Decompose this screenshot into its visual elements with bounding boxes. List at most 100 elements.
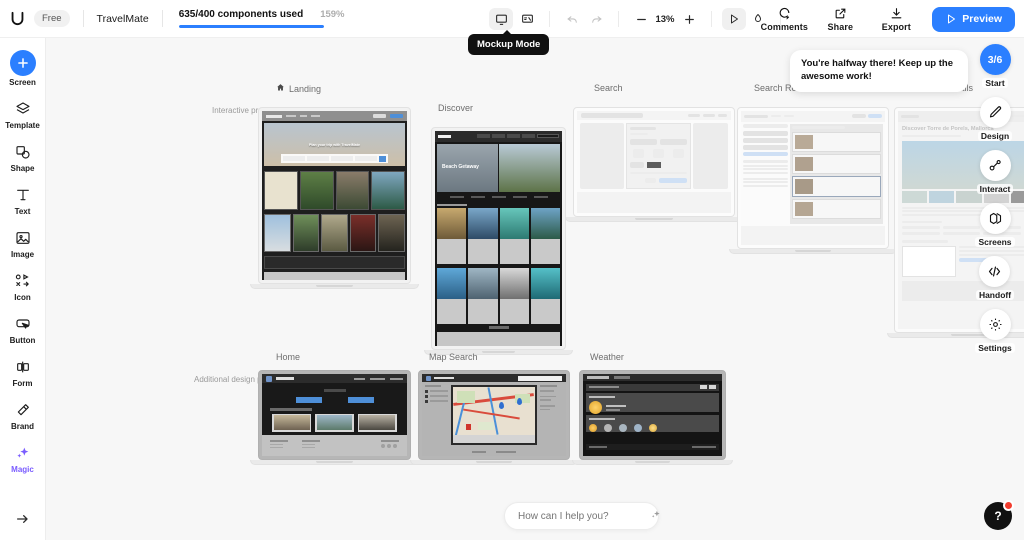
sparkle-icon	[15, 442, 31, 463]
screen-weather[interactable]	[571, 370, 734, 465]
divider	[549, 11, 550, 27]
usage-percent: 159%	[320, 9, 345, 21]
sidebar-label: Brand	[10, 422, 35, 431]
sidebar-label: Icon	[14, 293, 31, 302]
screen-landing[interactable]: Plan your trip with TravelMate	[250, 107, 419, 289]
sidebar-collapse-button[interactable]	[0, 511, 46, 532]
discover-mockup: Beach Getaway	[435, 131, 562, 346]
view-mode-group	[489, 8, 539, 30]
pencil-icon	[979, 97, 1011, 128]
plus-icon	[9, 50, 36, 76]
image-icon	[15, 227, 31, 248]
screen-discover[interactable]: Beach Getaway	[424, 127, 573, 355]
form-icon	[15, 356, 31, 377]
screens-cube-icon	[979, 203, 1011, 234]
sidebar-label: Image	[10, 250, 35, 259]
panel-item-screens[interactable]: Screens	[975, 203, 1015, 247]
app-logo-icon[interactable]	[0, 10, 34, 27]
sidebar-item-shape[interactable]: Shape	[0, 141, 46, 173]
zoom-level[interactable]: 13%	[653, 14, 677, 25]
panel-label: Handoff	[975, 290, 1015, 300]
code-icon	[979, 256, 1011, 287]
screen-search[interactable]	[564, 107, 744, 222]
screen-title-text: Weather	[590, 352, 624, 362]
gear-icon	[979, 309, 1011, 340]
zoom-out-button[interactable]	[629, 8, 653, 30]
panel-item-design[interactable]: Design	[977, 97, 1013, 141]
design-canvas[interactable]: Interactive prototype Additional design …	[46, 38, 1024, 540]
sparkle-icon[interactable]	[650, 507, 661, 525]
undo-icon[interactable]	[560, 8, 584, 30]
zoom-in-button[interactable]	[677, 8, 701, 30]
usage-label: 635/400 components used	[178, 9, 304, 21]
screen-title-text: Discover	[438, 103, 474, 113]
sidebar-item-text[interactable]: Text	[0, 184, 46, 216]
arrow-right-icon	[15, 511, 31, 532]
sidebar-item-screen[interactable]: Screen	[0, 50, 46, 87]
preview-button[interactable]: Preview	[932, 6, 1015, 32]
button-cursor-icon	[15, 313, 31, 334]
notification-dot	[1003, 500, 1014, 511]
usage-progress-fill	[178, 25, 324, 28]
comments-label: Comments	[760, 21, 808, 32]
screen-title-text: Map Search	[429, 352, 478, 362]
panel-item-settings[interactable]: Settings	[975, 309, 1015, 353]
divider	[161, 10, 163, 27]
left-sidebar: Screen Template Shape Text Image Icon Bu…	[0, 38, 46, 540]
help-label: ?	[994, 509, 1002, 523]
comments-button[interactable]: Comments	[756, 7, 812, 32]
brand-icon	[15, 399, 31, 420]
sidebar-item-icon[interactable]: Icon	[0, 270, 46, 302]
sidebar-item-template[interactable]: Template	[0, 98, 46, 130]
project-name[interactable]: TravelMate	[97, 13, 149, 25]
ai-prompt-bar[interactable]	[504, 502, 661, 530]
export-button[interactable]: Export	[868, 7, 924, 32]
plan-badge[interactable]: Free	[34, 10, 70, 27]
sidebar-item-magic[interactable]: Magic	[0, 442, 46, 474]
sidebar-label: Text	[14, 207, 31, 216]
ai-prompt-input[interactable]	[518, 510, 650, 522]
export-label: Export	[881, 21, 911, 32]
interact-nodes-icon	[979, 150, 1011, 181]
screen-title-weather[interactable]: Weather	[590, 352, 624, 362]
redo-icon[interactable]	[584, 8, 608, 30]
toolbar-actions: Comments Share Export Preview	[756, 0, 1015, 38]
screen-title-search[interactable]: Search	[594, 83, 623, 93]
component-usage: 635/400 components used 159%	[178, 9, 345, 28]
screen-title-map-search[interactable]: Map Search	[429, 352, 478, 362]
sidebar-label: Magic	[11, 465, 34, 474]
discover-hero-title: Beach Getaway	[442, 164, 479, 171]
mockup-mode-icon[interactable]	[515, 8, 539, 30]
screen-search-results[interactable]	[729, 107, 897, 254]
map-search-mockup	[422, 374, 566, 456]
layers-icon	[15, 98, 31, 119]
sidebar-label: Button	[9, 336, 36, 345]
right-sidebar: 3/6 Start Design Interact Screens Handof…	[966, 44, 1024, 362]
usage-progress-bar	[178, 25, 324, 28]
screen-title-discover[interactable]: Discover	[438, 103, 473, 113]
panel-label: Screens	[975, 237, 1015, 247]
sidebar-item-image[interactable]: Image	[0, 227, 46, 259]
sidebar-item-brand[interactable]: Brand	[0, 399, 46, 431]
preview-label: Preview	[962, 13, 1002, 25]
panel-item-handoff[interactable]: Handoff	[975, 256, 1015, 300]
panel-item-interact[interactable]: Interact	[976, 150, 1014, 194]
share-button[interactable]: Share	[812, 7, 868, 32]
divider	[618, 11, 619, 27]
help-button[interactable]: ?	[984, 500, 1014, 530]
screen-title-home[interactable]: Home	[276, 352, 300, 362]
app-root: Free TravelMate 635/400 components used …	[0, 0, 1024, 540]
screen-title-text: Home	[276, 352, 301, 362]
desktop-mode-icon[interactable]	[489, 8, 513, 30]
panel-label: Settings	[975, 343, 1015, 353]
screen-title-landing[interactable]: Landing	[276, 83, 321, 94]
start-progress[interactable]: 3/6 Start	[979, 44, 1011, 88]
sidebar-item-button[interactable]: Button	[0, 313, 46, 345]
screen-map-search[interactable]	[410, 370, 578, 465]
icon-set-icon	[14, 270, 31, 291]
search-mockup	[577, 111, 731, 213]
sidebar-item-form[interactable]: Form	[0, 356, 46, 388]
screen-home[interactable]	[250, 370, 419, 465]
start-label: Start	[982, 78, 1008, 88]
play-cursor-icon[interactable]	[722, 8, 746, 30]
